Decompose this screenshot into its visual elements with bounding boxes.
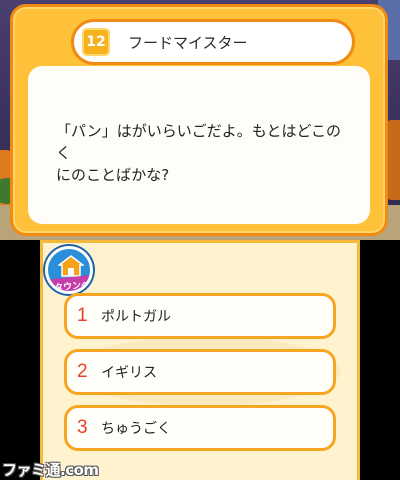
- answer-option-label: ちゅうごく: [101, 421, 171, 437]
- house-icon: [58, 255, 84, 277]
- answer-option-number: 1: [77, 305, 88, 326]
- quiz-title-bar: 12 フードマイスター: [71, 19, 355, 65]
- quiz-category-title: フードマイスター: [128, 33, 248, 52]
- to-town-button[interactable]: タウンへ: [45, 246, 93, 294]
- answer-option-number: 3: [77, 417, 88, 438]
- answer-option-2[interactable]: 2 イギリス: [64, 349, 336, 395]
- bottom-screen: タウンへ 1 ポルトガル 2 イギリス 3 ちゅうごく: [40, 240, 360, 480]
- site-watermark: ファミ通.com: [2, 459, 99, 479]
- watermark-text: ファミ通.com: [2, 460, 99, 479]
- top-screen: 12 フードマイスター 「パン」はがいらいごだよ。もとはどこのく にのことばかな…: [0, 0, 400, 240]
- answer-option-label: ポルトガル: [101, 309, 171, 325]
- answer-option-3[interactable]: 3 ちゅうごく: [64, 405, 336, 451]
- question-box: 「パン」はがいらいごだよ。もとはどこのく にのことばかな?: [28, 66, 370, 224]
- answer-option-number: 2: [77, 361, 88, 382]
- question-text: 「パン」はがいらいごだよ。もとはどこのく にのことばかな?: [56, 122, 342, 184]
- quiz-number-badge: 12: [82, 28, 110, 56]
- answer-option-label: イギリス: [101, 365, 157, 381]
- answer-option-1[interactable]: 1 ポルトガル: [64, 293, 336, 339]
